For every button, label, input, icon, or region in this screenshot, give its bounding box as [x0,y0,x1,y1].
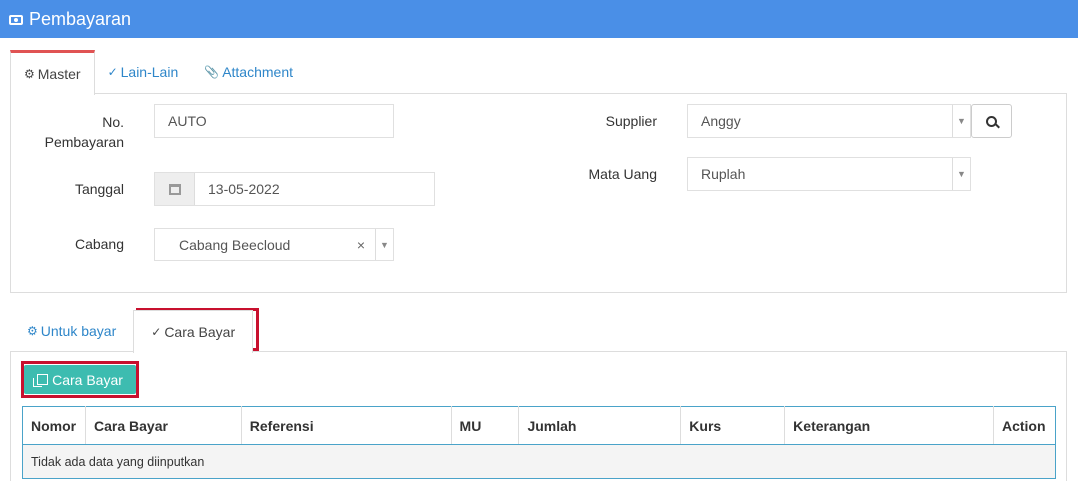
chevron-down-icon[interactable]: ▼ [952,105,970,137]
tab-attachment-label: Attachment [222,64,294,80]
empty-table-message: Tidak ada data yang diinputkan [22,444,1056,479]
calendar-icon[interactable] [155,173,195,205]
column-header: Referensi [241,406,452,445]
clear-icon[interactable]: × [357,237,365,253]
no-pembayaran-value: AUTO [168,113,207,129]
tab-lain-lain[interactable]: ✓ Lain-Lain [95,50,192,94]
table-row: Tidak ada data yang diinputkan [22,444,1056,479]
top-tabs: ⚙ Master ✓ Lain-Lain 📎 Attachment [10,50,306,95]
add-cara-bayar-button[interactable]: Cara Bayar [24,365,136,394]
tab-cara-bayar[interactable]: ✓ Cara Bayar [133,310,254,353]
column-header: Kurs [680,406,786,445]
bottom-tabs: ⚙ Untuk bayar ✓ Cara Bayar [10,310,254,353]
mata-uang-value: Ruplah [701,166,746,182]
table-header-row: Nomor Cara Bayar Referensi MU Jumlah Kur… [22,406,1056,445]
money-icon [9,15,23,25]
check-circle-icon: ✓ [107,65,118,79]
column-header: Cara Bayar [85,406,242,445]
tanggal-field[interactable]: 13-05-2022 [154,172,435,206]
cabang-value: Cabang Beecloud [179,236,291,253]
no-pembayaran-label: No. Pembayaran [44,114,124,150]
supplier-label: Supplier [605,113,657,129]
tab-cara-bayar-label: Cara Bayar [164,324,236,340]
mata-uang-select[interactable]: Ruplah ▼ [687,157,971,191]
chevron-down-icon[interactable]: ▼ [952,158,970,190]
gears-icon: ⚙ [27,324,38,338]
tab-master-label: Master [37,66,81,82]
supplier-select[interactable]: Anggy ▼ [687,104,971,138]
no-pembayaran-field[interactable]: AUTO [154,104,394,138]
column-header: Jumlah [518,406,682,445]
gears-icon: ⚙ [24,67,35,81]
page-title: Pembayaran [29,8,132,29]
tanggal-value: 13-05-2022 [208,181,280,197]
paperclip-icon: 📎 [204,65,220,79]
tab-untuk-bayar[interactable]: ⚙ Untuk bayar [10,310,133,352]
supplier-search-button[interactable] [971,104,1012,138]
tab-master[interactable]: ⚙ Master [10,50,95,95]
add-cara-bayar-label: Cara Bayar [52,371,123,388]
supplier-value: Anggy [701,113,741,129]
column-header: Nomor [22,406,86,445]
column-header: Keterangan [784,406,994,445]
tab-untuk-bayar-label: Untuk bayar [40,323,117,339]
page-header: Pembayaran [0,0,1078,38]
column-header: MU [451,406,520,445]
search-icon [986,115,997,127]
cabang-label: Cabang [74,236,124,252]
cabang-select[interactable]: Cabang Beecloud × ▼ [154,228,394,261]
cara-bayar-table: Nomor Cara Bayar Referensi MU Jumlah Kur… [22,406,1056,479]
tab-lain-lain-label: Lain-Lain [120,64,179,80]
copy-icon [33,374,49,387]
chevron-down-icon[interactable]: ▼ [375,229,393,260]
mata-uang-label: Mata Uang [588,166,657,182]
check-circle-icon: ✓ [151,325,162,339]
tanggal-label: Tanggal [74,181,124,197]
tab-attachment[interactable]: 📎 Attachment [191,50,306,94]
column-header: Action [993,406,1056,445]
